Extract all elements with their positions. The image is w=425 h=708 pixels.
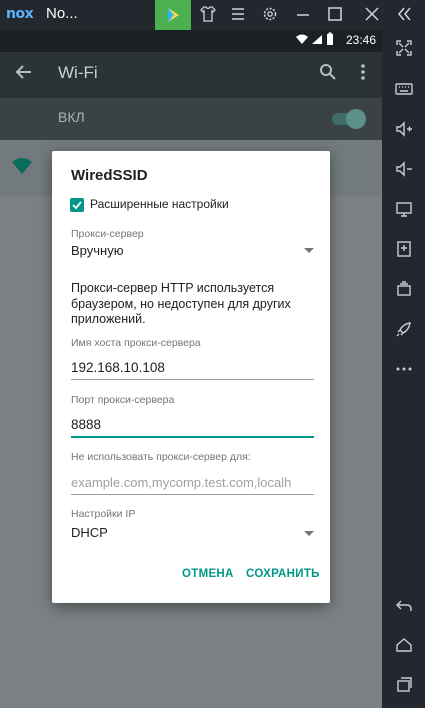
android-screen: 23:46 Wi-Fi ВКЛ WiredSSID Расширенные на… [0, 30, 382, 708]
wifi-signal-icon [12, 158, 32, 174]
cancel-button[interactable]: ОТМЕНА [182, 568, 234, 580]
maximize-icon[interactable] [323, 4, 347, 26]
gear-icon[interactable] [258, 4, 282, 26]
ip-dropdown-caret-icon[interactable] [304, 531, 314, 536]
advanced-options-label[interactable]: Расширенные настройки [90, 197, 229, 211]
minimize-icon[interactable] [291, 4, 315, 26]
bypass-label: Не использовать прокси-сервер для: [71, 451, 251, 463]
close-icon[interactable] [360, 4, 384, 26]
nox-logo: nox [6, 6, 34, 22]
save-button[interactable]: СОХРАНИТЬ [246, 568, 320, 580]
play-icon [168, 8, 179, 22]
wifi-master-switch-bar[interactable]: ВКЛ [0, 98, 382, 140]
page-title: Wi-Fi [58, 63, 98, 82]
proxy-select[interactable]: Вручную [71, 243, 123, 258]
android-back-icon[interactable] [392, 595, 416, 617]
play-store-button[interactable] [155, 0, 191, 30]
advanced-options-checkbox[interactable] [70, 198, 84, 212]
ip-settings-select[interactable]: DHCP [71, 525, 108, 540]
menu-icon[interactable] [226, 4, 250, 26]
host-input-underline [71, 379, 314, 380]
host-label: Имя хоста прокси-сервера [71, 337, 201, 349]
wifi-toggle-thumb[interactable] [346, 109, 366, 129]
port-input[interactable]: 8888 [71, 417, 101, 432]
port-input-underline [71, 436, 314, 438]
android-home-icon[interactable] [392, 635, 416, 657]
host-input[interactable]: 192.168.10.108 [71, 360, 165, 375]
volume-up-icon[interactable] [392, 119, 416, 141]
more-horiz-icon[interactable] [392, 359, 416, 381]
port-label: Порт прокси-сервера [71, 394, 175, 406]
proxy-info-text: Прокси-сервер HTTP используется браузеро… [71, 281, 291, 326]
clock: 23:46 [345, 33, 376, 47]
wifi-switch-label: ВКЛ [58, 109, 85, 125]
app-bar: Wi-Fi [0, 52, 382, 98]
wifi-config-dialog: WiredSSID Расширенные настройки Прокси-с… [52, 151, 330, 603]
emulator-titlebar: nox No... [0, 0, 425, 30]
dialog-title: WiredSSID [71, 167, 148, 184]
apk-install-icon[interactable] [392, 239, 416, 261]
more-vert-icon[interactable] [358, 62, 368, 87]
window-title: No... [46, 5, 78, 22]
bypass-input[interactable]: example.com,mycomp.test.com,localh [71, 475, 314, 490]
bypass-input-underline [71, 494, 314, 495]
back-arrow-icon[interactable] [14, 62, 34, 87]
android-recents-icon[interactable] [392, 675, 416, 697]
emulator-sidebar [382, 30, 425, 708]
proxy-dropdown-caret-icon[interactable] [304, 248, 314, 253]
keyboard-icon[interactable] [392, 79, 416, 101]
shirt-icon[interactable] [196, 4, 220, 26]
signal-battery-icons [294, 32, 336, 51]
search-icon[interactable] [318, 62, 338, 87]
rocket-icon[interactable] [392, 319, 416, 341]
proxy-label: Прокси-сервер [71, 228, 144, 240]
collapse-icon[interactable] [392, 4, 416, 26]
fullscreen-icon[interactable] [392, 38, 416, 60]
volume-down-icon[interactable] [392, 159, 416, 181]
multi-instance-icon[interactable] [392, 279, 416, 301]
ip-settings-label: Настройки IP [71, 508, 136, 520]
status-bar: 23:46 [0, 30, 382, 52]
screen-icon[interactable] [392, 199, 416, 221]
